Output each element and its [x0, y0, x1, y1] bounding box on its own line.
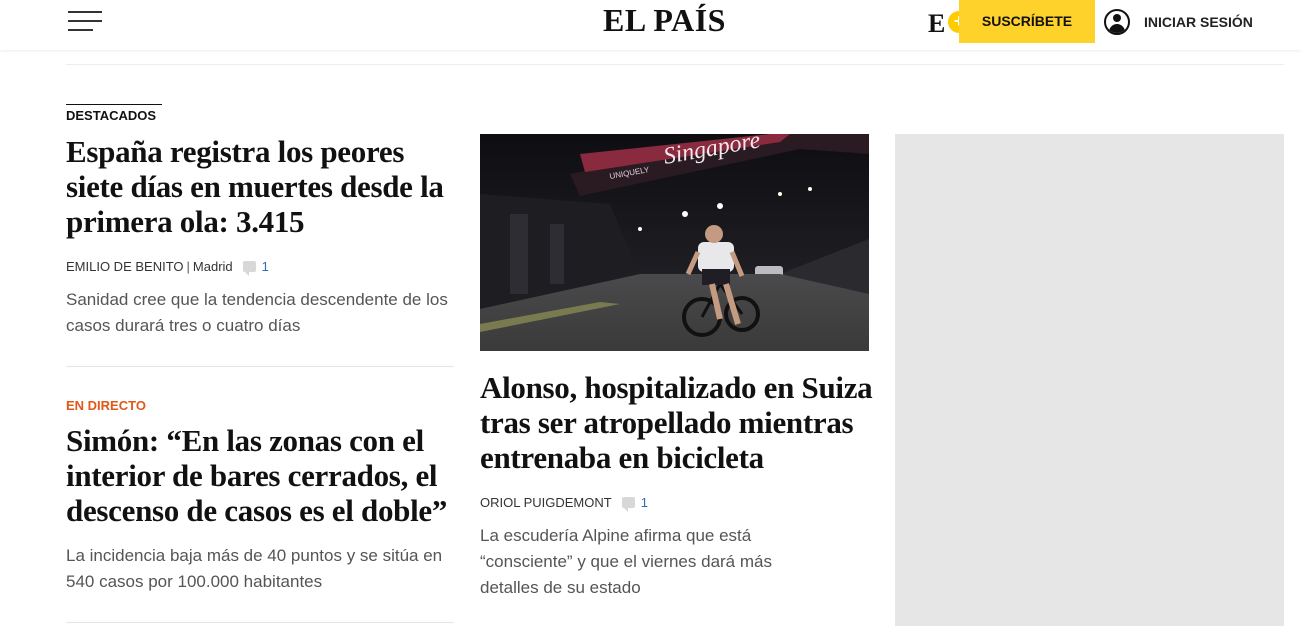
- article-photo[interactable]: Singapore UNIQUELY: [480, 134, 869, 351]
- author-link[interactable]: ORIOL PUIGDEMONT: [480, 495, 612, 510]
- article-summary: La escudería Alpine afirma que está “con…: [480, 526, 772, 597]
- author-link[interactable]: EMILIO DE BENITO: [66, 259, 184, 274]
- comment-count[interactable]: 1: [641, 495, 648, 510]
- hamburger-menu-icon[interactable]: [68, 10, 102, 32]
- cyclist-photo-illustration: Singapore UNIQUELY: [480, 134, 869, 351]
- login-button[interactable]: INICIAR SESIÓN: [1104, 7, 1253, 37]
- ad-placeholder: [895, 134, 1284, 626]
- article-byline: EMILIO DE BENITO | Madrid 1: [66, 259, 269, 276]
- site-logo[interactable]: EL PAÍS: [603, 2, 726, 39]
- article-headline[interactable]: Simón: “En las zonas con el interior de …: [66, 423, 451, 528]
- article-byline: ORIOL PUIGDEMONT 1: [480, 495, 648, 512]
- article-divider: [66, 622, 454, 623]
- location: Madrid: [192, 259, 233, 274]
- comment-count[interactable]: 1: [262, 259, 269, 274]
- login-label: INICIAR SESIÓN: [1144, 14, 1253, 30]
- comment-icon[interactable]: [621, 497, 635, 512]
- header-divider: [66, 64, 1284, 65]
- section-label-rule: [66, 104, 162, 105]
- article-headline[interactable]: España registra los peores siete días en…: [66, 134, 461, 239]
- subscribe-button[interactable]: SUSCRÍBETE: [959, 0, 1095, 43]
- live-kicker: EN DIRECTO: [66, 398, 146, 413]
- article-headline[interactable]: Alonso, hospitalizado en Suiza tras ser …: [480, 370, 875, 475]
- top-bar: EL PAÍS E + SUSCRÍBETE INICIAR SESIÓN: [0, 0, 1301, 50]
- comment-icon[interactable]: [242, 261, 256, 276]
- section-label: DESTACADOS: [66, 108, 157, 123]
- user-avatar-icon: [1104, 9, 1130, 35]
- article-divider: [66, 366, 454, 367]
- article-summary: La incidencia baja más de 40 puntos y se…: [66, 546, 443, 591]
- article-summary: Sanidad cree que la tendencia descendent…: [66, 290, 448, 335]
